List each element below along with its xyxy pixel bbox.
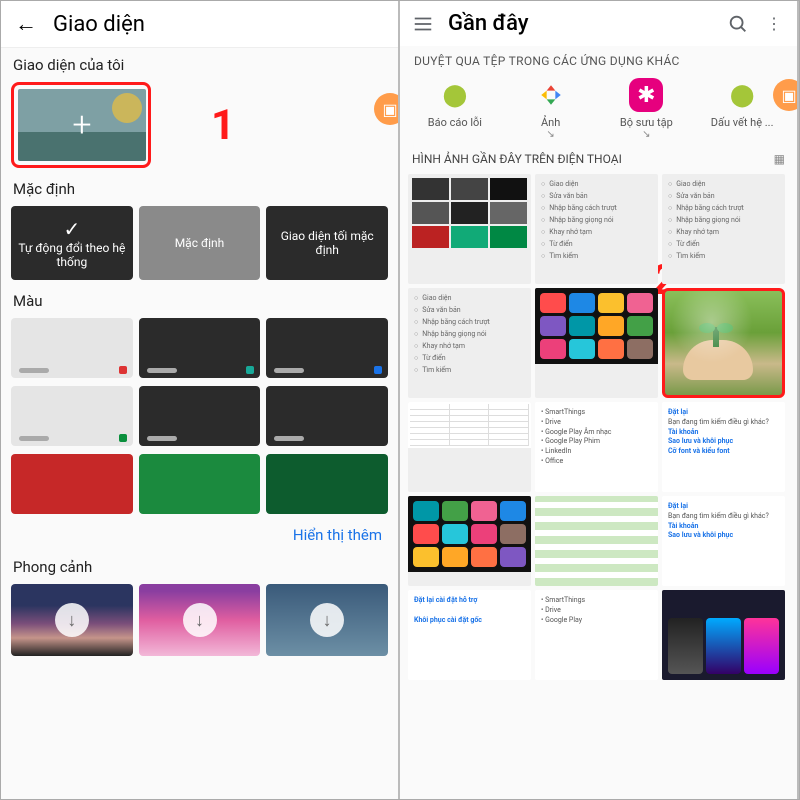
app-photos[interactable]: Ảnh↘ <box>506 78 596 140</box>
recent-image[interactable] <box>408 402 531 492</box>
recent-image[interactable]: Đặt lại cài đặt hỗ trợKhôi phục cài đặt … <box>408 590 531 680</box>
recent-image[interactable] <box>535 288 658 398</box>
recent-image[interactable] <box>535 496 658 586</box>
recent-image[interactable]: • SmartThings• Drive• Google Play Âm nhạ… <box>535 402 658 492</box>
theme-dark-default[interactable]: Giao diện tối mặc định <box>266 206 388 280</box>
menu-icon[interactable] <box>412 13 434 35</box>
theme-color-red[interactable] <box>11 454 133 514</box>
recent-image[interactable]: Giao diệnSửa văn bảnNhập bằng cách trượt… <box>535 174 658 284</box>
search-icon[interactable] <box>727 13 749 35</box>
recent-image[interactable] <box>662 590 785 680</box>
grid-view-icon[interactable]: ▦ <box>774 152 785 166</box>
camera-badge-icon: ▣ <box>374 93 400 125</box>
theme-default[interactable]: Mặc định <box>139 206 261 280</box>
theme-landscape-1[interactable]: ↓ <box>11 584 133 656</box>
section-color: Màu <box>1 284 398 314</box>
theme-color-light-red[interactable] <box>11 318 133 378</box>
recent-image[interactable]: • SmartThings• Drive• Google Play <box>535 590 658 680</box>
download-icon: ↓ <box>183 603 217 637</box>
theme-color-darkgreen[interactable] <box>266 454 388 514</box>
section-landscape: Phong cảnh <box>1 550 398 580</box>
page-title: Giao diện <box>53 12 145 37</box>
download-icon: ↓ <box>55 603 89 637</box>
theme-color-dark-teal[interactable] <box>139 318 261 378</box>
theme-color-charcoal[interactable] <box>139 386 261 446</box>
app-bug-report[interactable]: ⬤Báo cáo lỗi <box>410 78 500 140</box>
recent-image[interactable]: Giao diệnSửa văn bảnNhập bằng cách trượt… <box>408 288 531 398</box>
theme-color-dark-blue[interactable] <box>266 318 388 378</box>
plus-icon: + <box>72 105 91 145</box>
theme-color-green[interactable] <box>139 454 261 514</box>
theme-landscape-2[interactable]: ↓ <box>139 584 261 656</box>
theme-auto-system[interactable]: ✓Tự động đổi theo hệ thống <box>11 206 133 280</box>
recent-images-label: HÌNH ẢNH GẦN ĐÂY TRÊN ĐIỆN THOẠI <box>412 152 622 166</box>
check-icon: ✓ <box>15 217 129 241</box>
browse-apps-label: DUYỆT QUA TỆP TRONG CÁC ỨNG DỤNG KHÁC <box>400 46 797 72</box>
app-gallery[interactable]: ✱Bộ sưu tập↘ <box>602 78 692 140</box>
theme-color-black[interactable] <box>266 386 388 446</box>
back-button[interactable]: ← <box>15 11 37 37</box>
recent-image[interactable]: Đặt lạiBạn đang tìm kiếm điều gì khác?Tà… <box>662 402 785 492</box>
download-icon: ↓ <box>310 603 344 637</box>
more-icon[interactable]: ⋮ <box>763 14 785 33</box>
recent-image[interactable] <box>408 496 531 586</box>
my-theme-add[interactable]: + <box>11 82 151 168</box>
recent-image-selected[interactable] <box>662 288 785 398</box>
recent-image[interactable]: Giao diệnSửa văn bảnNhập bằng cách trượt… <box>662 174 785 284</box>
my-theme-label: Giao diện của tôi <box>1 48 398 78</box>
callout-step-1: 1 <box>211 101 235 150</box>
theme-color-light-green[interactable] <box>11 386 133 446</box>
recent-image[interactable] <box>408 174 531 284</box>
show-more-link[interactable]: Hiển thị thêm <box>1 518 398 550</box>
theme-landscape-3[interactable]: ↓ <box>266 584 388 656</box>
page-title-recents: Gần đây <box>448 11 713 36</box>
camera-badge-icon: ▣ <box>773 79 799 111</box>
recent-image[interactable]: Đặt lạiBạn đang tìm kiếm điều gì khác?Tà… <box>662 496 785 586</box>
section-default: Mặc định <box>1 172 398 202</box>
